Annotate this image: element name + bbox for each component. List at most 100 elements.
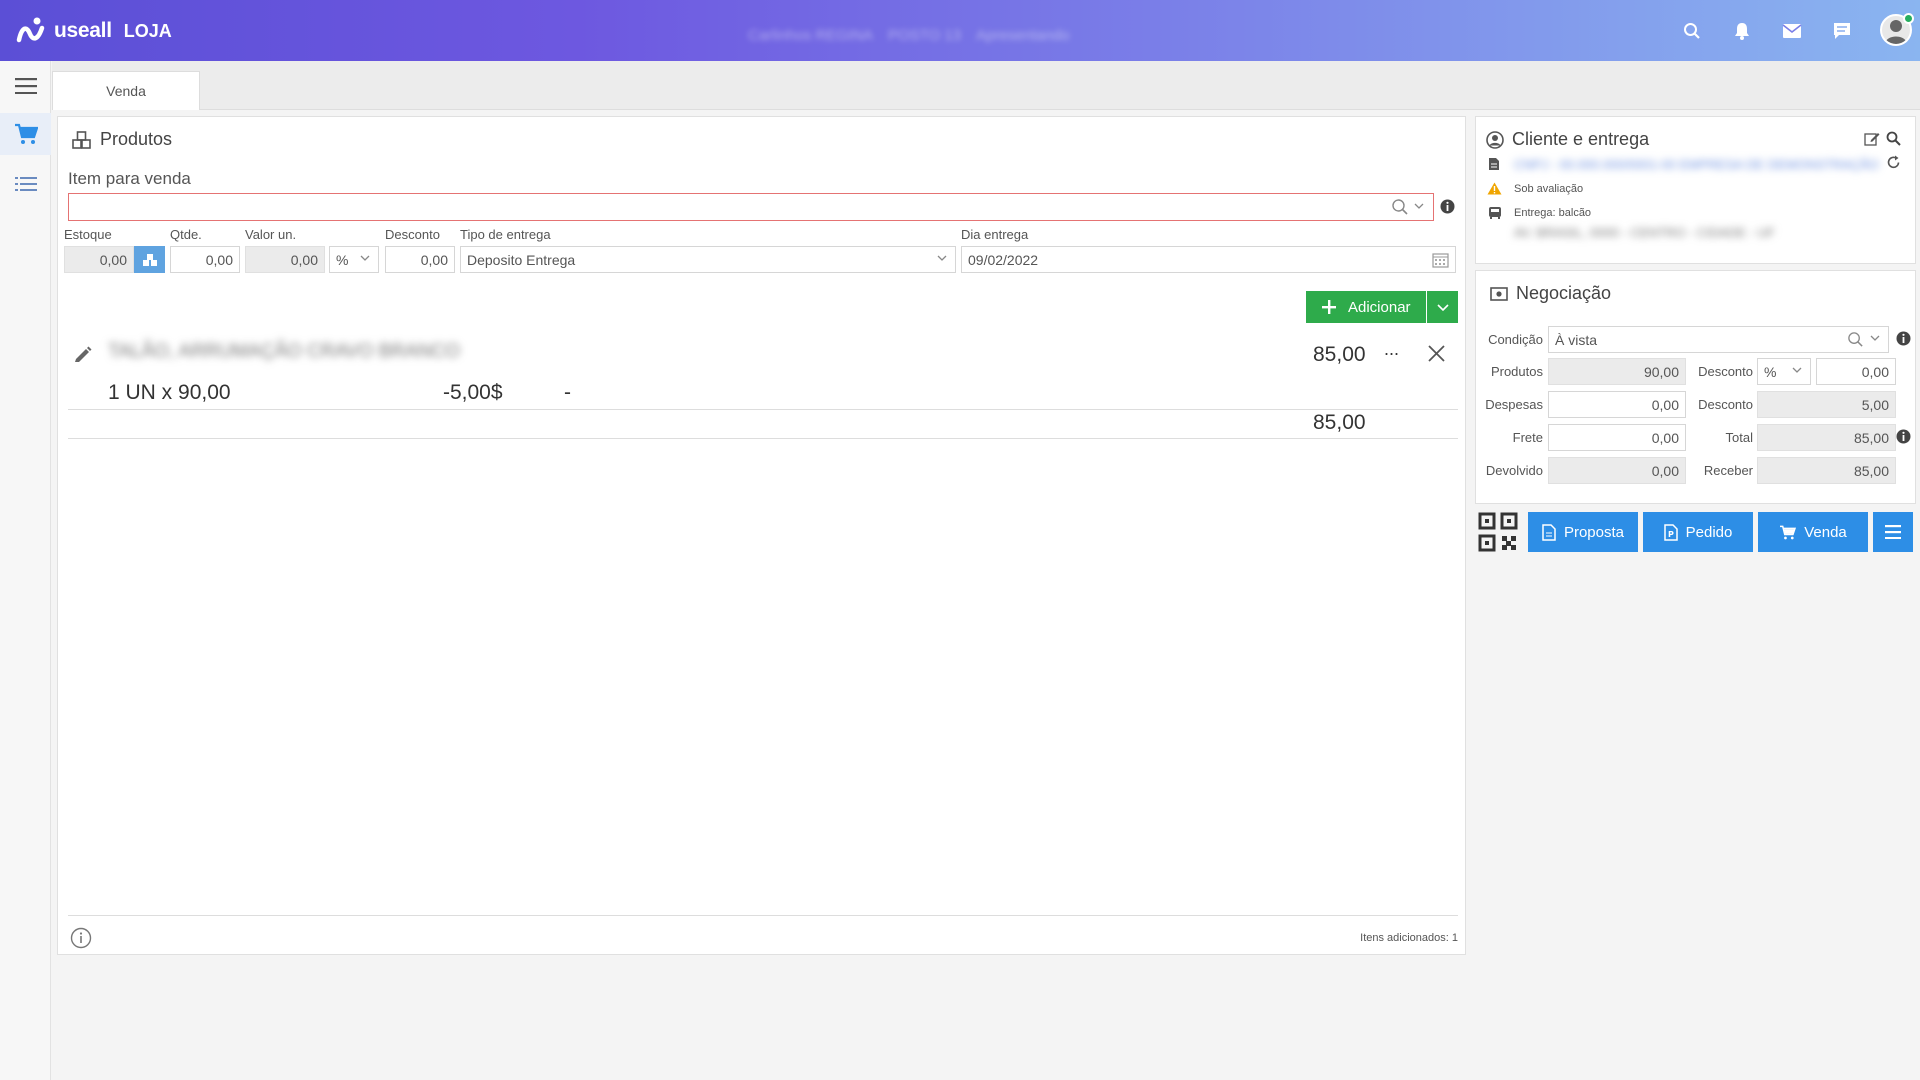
- cliente-document[interactable]: CNPJ - 00.000.000/0001-00 EMPRESA DE DEM…: [1514, 157, 1879, 172]
- valor-un-label: Valor un.: [245, 227, 297, 242]
- item-dash: -: [564, 381, 571, 404]
- desconto2-field: 5,00: [1757, 391, 1896, 418]
- desconto-type-select[interactable]: %: [329, 246, 379, 273]
- online-status-icon: [1903, 13, 1914, 24]
- cliente-status: Sob avaliação: [1514, 183, 1584, 195]
- pedido-button[interactable]: P Pedido: [1643, 512, 1753, 552]
- refresh-icon[interactable]: [1886, 155, 1901, 170]
- menu-icon[interactable]: [0, 65, 51, 107]
- header-info-3: Apresentando: [976, 27, 1070, 44]
- item-search-input[interactable]: [68, 193, 1434, 221]
- negociacao-desconto-type-select[interactable]: %: [1757, 358, 1811, 385]
- desconto-type-label: Desconto: [1698, 364, 1753, 379]
- tab-venda[interactable]: Venda: [52, 71, 200, 110]
- tipo-entrega-select[interactable]: Deposito Entrega: [460, 246, 956, 273]
- edit-pencil-icon[interactable]: [74, 345, 92, 363]
- receber-label: Receber: [1703, 463, 1753, 478]
- produtos-field: 90,00: [1548, 358, 1686, 385]
- qr-code-button[interactable]: [1478, 512, 1518, 552]
- condicao-value: À vista: [1555, 331, 1598, 348]
- tab-strip: Venda: [52, 61, 1920, 110]
- chevron-down-icon: [937, 255, 947, 261]
- calendar-icon: [1432, 253, 1449, 268]
- qtde-field[interactable]: 0,00: [170, 246, 240, 273]
- proposta-label: Proposta: [1563, 523, 1625, 541]
- negociacao-panel: Negociação Condição À vista Produtos 90,…: [1475, 270, 1916, 504]
- despesas-field[interactable]: 0,00: [1548, 391, 1686, 418]
- item-price: 85,00: [1313, 343, 1366, 366]
- cliente-title-text: Cliente e entrega: [1512, 129, 1650, 149]
- negociacao-desconto-field[interactable]: 0,00: [1816, 358, 1896, 385]
- despesas-label: Despesas: [1485, 397, 1543, 412]
- negociacao-title-text: Negociação: [1516, 283, 1612, 303]
- item-search-icon[interactable]: [1391, 198, 1409, 216]
- item-more-button[interactable]: ...: [1384, 339, 1399, 360]
- header-info-1: Carlinhos REGINA: [748, 27, 874, 44]
- bus-icon: [1489, 207, 1501, 219]
- info-icon[interactable]: [1896, 331, 1911, 346]
- desconto2-label: Desconto: [1698, 397, 1753, 412]
- desconto-field[interactable]: 0,00: [385, 246, 455, 273]
- cliente-title: Cliente e entrega: [1486, 129, 1649, 150]
- condicao-label: Condição: [1488, 332, 1543, 347]
- dia-entrega-field[interactable]: 09/02/2022: [961, 246, 1456, 273]
- condicao-select[interactable]: À vista: [1548, 326, 1889, 353]
- info-icon[interactable]: [1896, 429, 1911, 444]
- adicionar-dropdown-button[interactable]: [1427, 291, 1458, 323]
- qr-code-icon: [1478, 512, 1518, 552]
- warning-icon: [1487, 182, 1502, 195]
- items-total: 85,00: [1313, 411, 1366, 434]
- dia-entrega-label: Dia entrega: [961, 227, 1029, 242]
- tipo-entrega-label: Tipo de entrega: [460, 227, 551, 242]
- bell-icon[interactable]: [1729, 18, 1755, 44]
- cart-icon[interactable]: [0, 113, 51, 155]
- search-icon[interactable]: [1679, 18, 1705, 44]
- cliente-entrega: Entrega: balcão: [1514, 207, 1592, 219]
- search-icon: [1848, 332, 1863, 347]
- sidebar: [0, 61, 51, 1080]
- remove-item-close-icon[interactable]: [1428, 345, 1445, 362]
- mail-icon[interactable]: [1779, 18, 1805, 44]
- devolvido-field: 0,00: [1548, 457, 1686, 484]
- produtos-panel: Produtos Item para venda Estoque Qtde. V…: [57, 116, 1466, 955]
- boxes-icon: [72, 130, 91, 149]
- frete-field[interactable]: 0,00: [1548, 424, 1686, 451]
- proposta-button[interactable]: Proposta: [1528, 512, 1638, 552]
- total-divider: [68, 438, 1458, 439]
- qtde-label: Qtde.: [170, 227, 202, 242]
- items-added-count: Itens adicionados: 1: [1360, 932, 1458, 944]
- tipo-entrega-value: Deposito Entrega: [467, 251, 576, 268]
- stock-boxes-icon: [142, 253, 157, 266]
- adicionar-button[interactable]: Adicionar: [1306, 291, 1426, 323]
- item-divider: [68, 409, 1458, 410]
- estoque-label: Estoque: [64, 227, 112, 242]
- module-name: LOJA: [123, 20, 172, 41]
- useall-logo-icon: [16, 16, 46, 46]
- chevron-down-icon: [1436, 303, 1449, 311]
- svg-text:P: P: [1668, 530, 1674, 539]
- search-icon[interactable]: [1886, 131, 1901, 146]
- adicionar-label: Adicionar: [1348, 298, 1411, 316]
- produtos-label: Produtos: [1490, 364, 1543, 379]
- negociacao-desconto-type-value: %: [1764, 363, 1777, 380]
- info-icon[interactable]: [1440, 199, 1455, 214]
- money-icon: [1490, 286, 1508, 301]
- stock-lookup-button[interactable]: [134, 246, 165, 273]
- cliente-address: AV. BRASIL, 0000 - CENTRO - CIDADE - UF: [1514, 225, 1775, 240]
- venda-button[interactable]: Venda: [1758, 512, 1868, 552]
- item-dropdown-chevron-icon[interactable]: [1414, 203, 1424, 209]
- logo[interactable]: useall LOJA: [16, 14, 172, 48]
- produtos-title-text: Produtos: [100, 129, 173, 149]
- edit-icon[interactable]: [1864, 131, 1880, 147]
- item-label: Item para venda: [68, 169, 191, 188]
- list-icon[interactable]: [0, 163, 51, 205]
- desconto-label: Desconto: [385, 227, 440, 242]
- estoque-field: 0,00: [64, 246, 134, 273]
- info-circle-icon[interactable]: [70, 927, 92, 949]
- total-label: Total: [1725, 430, 1753, 445]
- document-icon: [1542, 523, 1556, 541]
- more-actions-button[interactable]: [1873, 512, 1913, 552]
- chevron-down-icon: [1792, 367, 1802, 373]
- valor-un-field: 0,00: [245, 246, 325, 273]
- chat-icon[interactable]: [1829, 18, 1855, 44]
